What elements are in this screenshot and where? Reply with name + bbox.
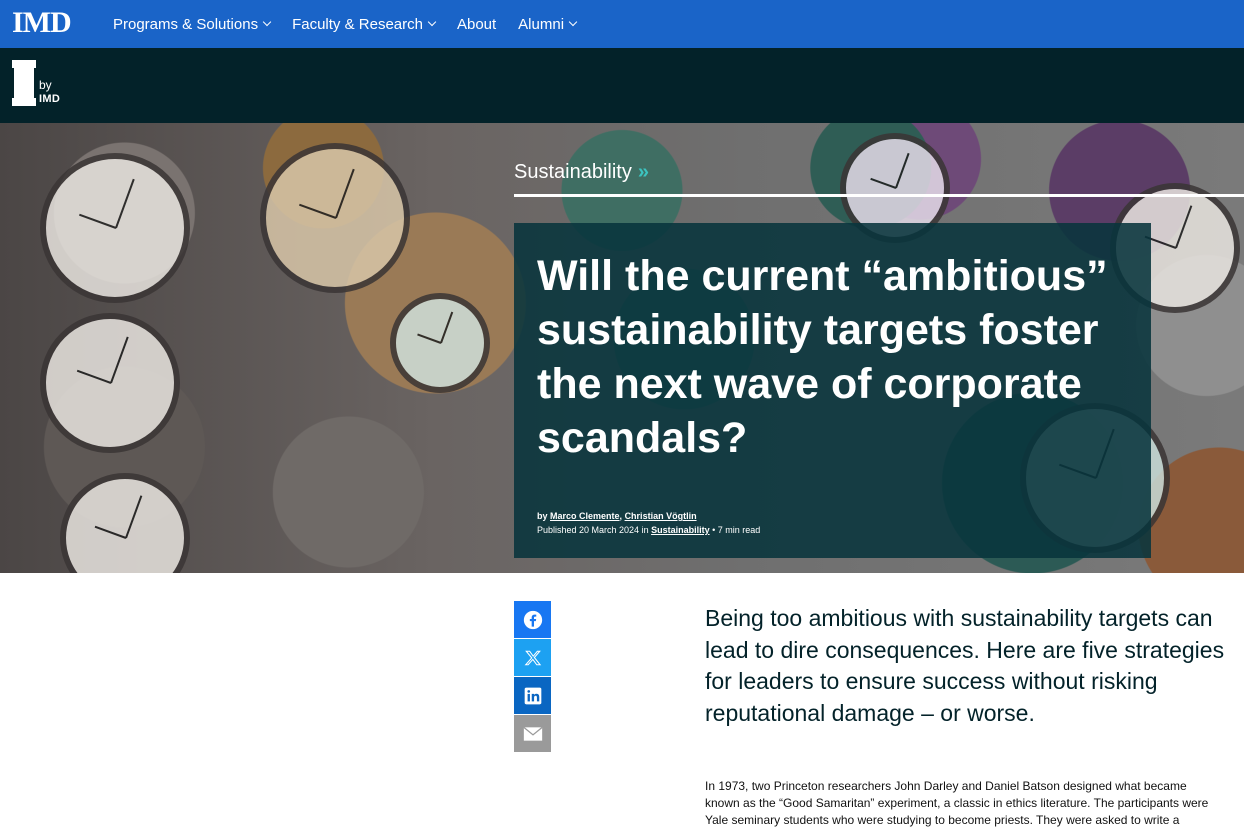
- nav-item-label: Faculty & Research: [292, 15, 423, 33]
- category-divider: [514, 194, 1244, 197]
- read-time: • 7 min read: [709, 525, 761, 535]
- x-twitter-icon: [524, 650, 541, 665]
- nav-item-label: Programs & Solutions: [113, 15, 259, 33]
- category-label: Sustainability: [514, 161, 632, 183]
- article-body-paragraph: In 1973, two Princeton researchers John …: [705, 779, 1209, 827]
- share-bar: [514, 601, 551, 753]
- clock-illustration: [60, 473, 190, 573]
- hero-banner: Sustainability » Will the current “ambit…: [0, 123, 1244, 573]
- i-letter-mark: [12, 60, 36, 106]
- nav-item-about[interactable]: About: [457, 16, 496, 33]
- linkedin-icon: [524, 687, 541, 704]
- author-link[interactable]: Christian Vögtlin: [625, 511, 697, 521]
- double-chevron-right-icon: »: [637, 161, 649, 183]
- article-byline: by Marco Clemente, Christian Vögtlin Pub…: [537, 509, 760, 537]
- clock-illustration: [40, 153, 190, 303]
- imd-logo[interactable]: IMD: [12, 8, 72, 38]
- nav-item-label: Alumni: [518, 15, 565, 33]
- share-x-button[interactable]: [514, 639, 551, 676]
- author-link[interactable]: Marco Clemente: [550, 511, 620, 521]
- email-icon: [522, 726, 543, 741]
- nav-menu: Programs & Solutions Faculty & Research …: [113, 0, 598, 48]
- article-title: Will the current “ambitious” sustainabil…: [537, 252, 1108, 462]
- share-email-button[interactable]: [514, 715, 551, 752]
- title-panel: Will the current “ambitious” sustainabil…: [514, 223, 1151, 558]
- share-linkedin-button[interactable]: [514, 677, 551, 714]
- logo-imd-text: IMD: [39, 93, 61, 105]
- clock-illustration: [40, 313, 180, 453]
- article-lead: Being too ambitious with sustainability …: [705, 605, 1225, 726]
- nav-item-alumni[interactable]: Alumni: [518, 15, 578, 33]
- byline-prefix: by: [537, 511, 551, 521]
- top-navigation: IMD Programs & Solutions Faculty & Resea…: [0, 0, 1244, 48]
- nav-item-label: About: [456, 15, 497, 33]
- facebook-icon: [523, 610, 542, 629]
- clock-illustration: [390, 293, 490, 393]
- brand-bar: [0, 48, 1244, 123]
- category-link[interactable]: Sustainability »: [514, 161, 649, 184]
- category-inline-link[interactable]: Sustainability: [651, 525, 710, 535]
- chevron-down-icon: [262, 17, 272, 27]
- nav-item-programs[interactable]: Programs & Solutions: [113, 15, 272, 33]
- clock-illustration: [260, 143, 410, 293]
- nav-item-faculty[interactable]: Faculty & Research: [292, 15, 437, 33]
- published-date: Published 20 March 2024 in: [537, 525, 652, 535]
- chevron-down-icon: [427, 17, 437, 27]
- logo-by-text: by: [39, 78, 52, 92]
- share-facebook-button[interactable]: [514, 601, 551, 638]
- i-by-imd-logo[interactable]: by IMD: [12, 60, 74, 110]
- chevron-down-icon: [568, 17, 578, 27]
